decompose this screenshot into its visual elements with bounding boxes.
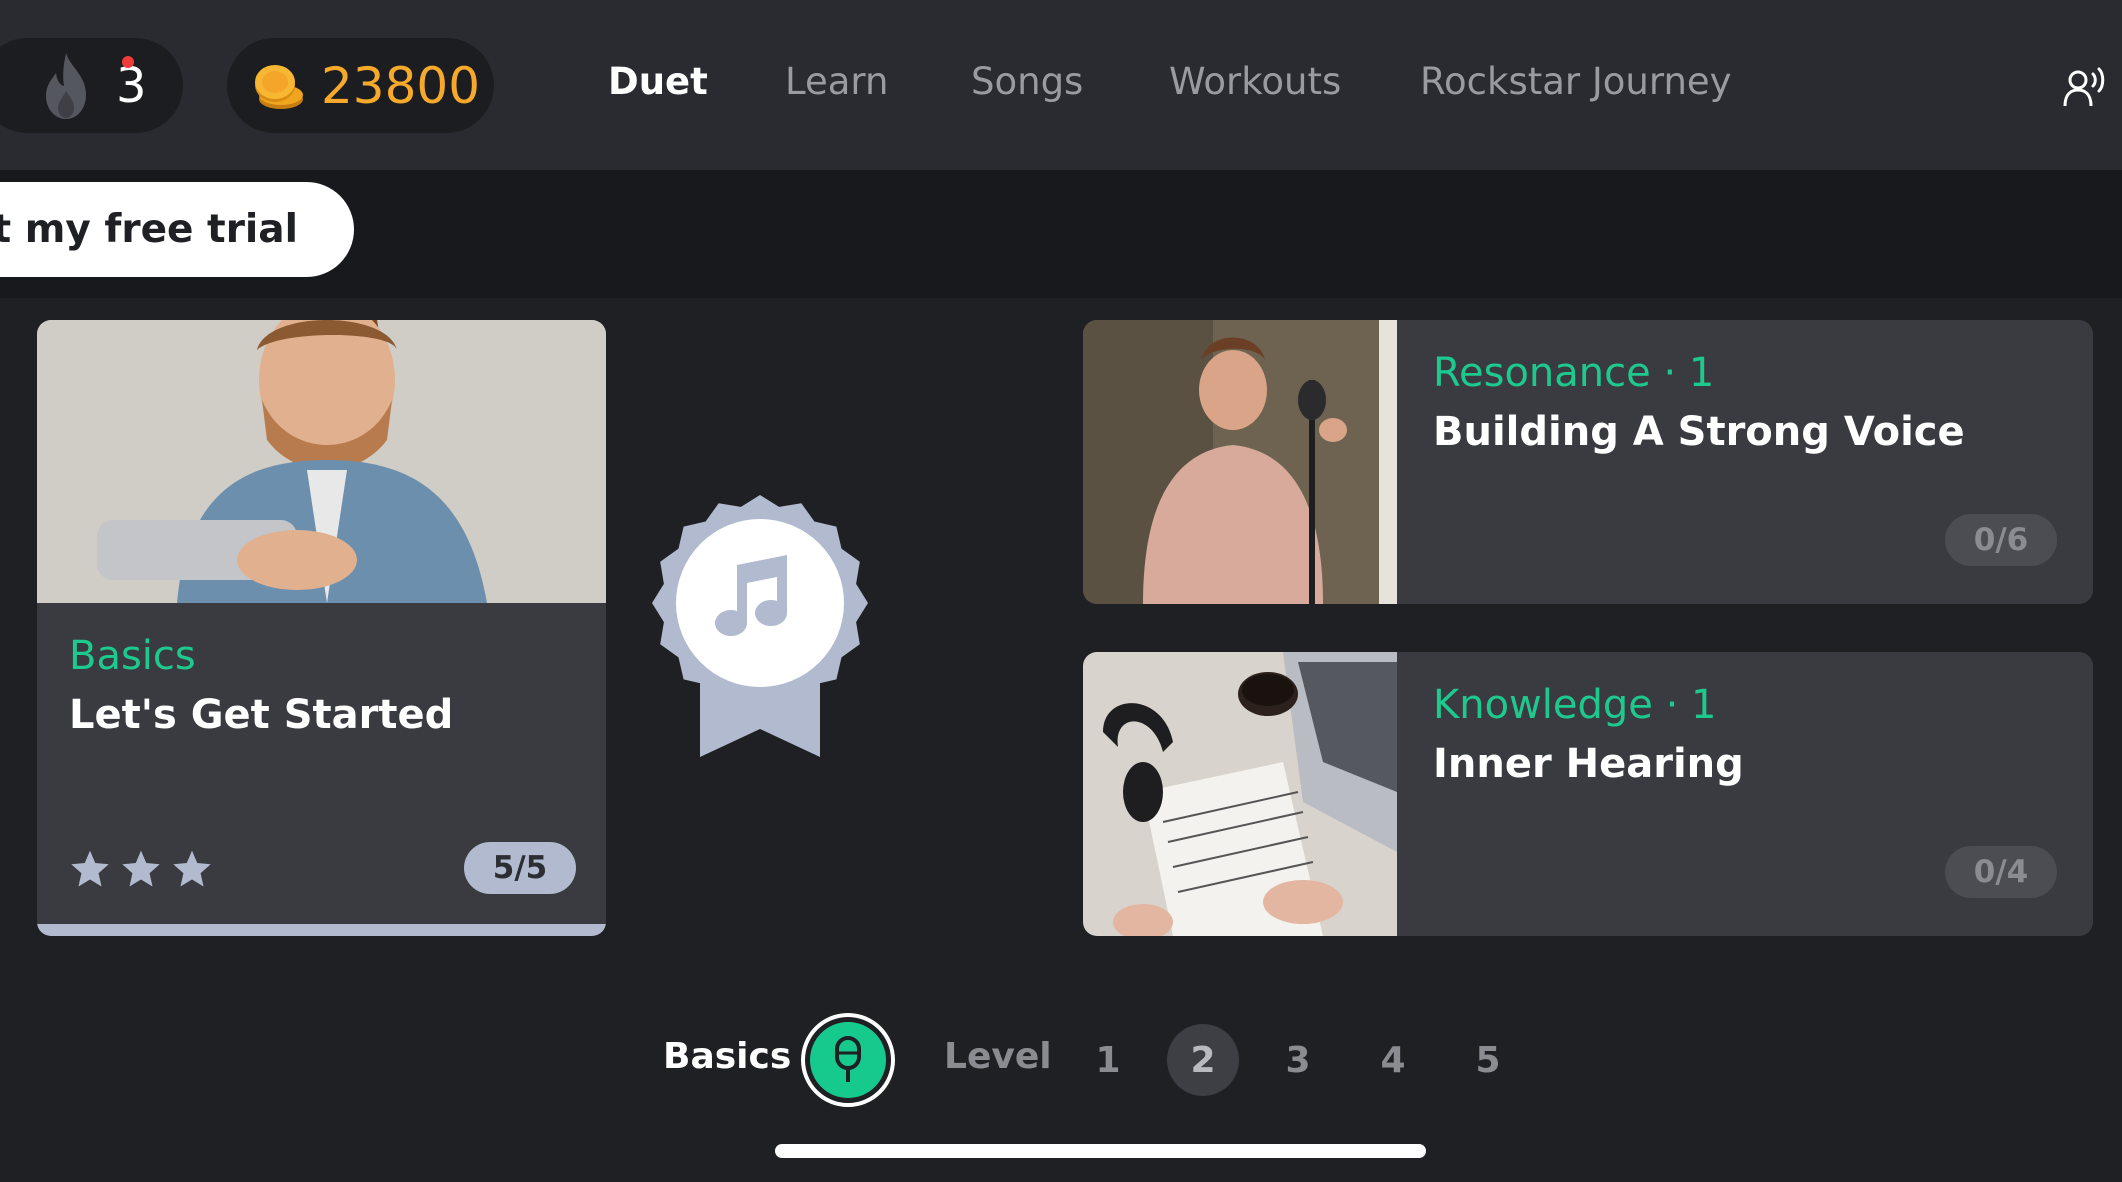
coins-icon (255, 64, 303, 109)
lesson-progress-badge: 0/6 (1945, 514, 2057, 566)
trial-banner: Start my free trial (0, 170, 2122, 298)
profile-voice-icon[interactable] (2062, 66, 2108, 108)
course-title: Let's Get Started (69, 692, 454, 738)
lesson-photo (1083, 320, 1397, 604)
microphone-badge (810, 1022, 886, 1098)
level-label: Level (944, 1036, 1052, 1077)
home-indicator[interactable] (775, 1144, 1426, 1158)
app-screen: 3 23800 Duet Learn Songs Workouts Rockst… (0, 0, 2122, 1182)
lesson-photo (1083, 652, 1397, 936)
nav-tab-songs[interactable]: Songs (971, 60, 1083, 103)
nav-tab-rockstar-journey[interactable]: Rockstar Journey (1420, 60, 1732, 103)
coins-pill[interactable]: 23800 (227, 38, 494, 133)
star-icon (173, 850, 211, 887)
course-progress-fill (37, 924, 606, 936)
top-bar: 3 23800 Duet Learn Songs Workouts Rockst… (0, 0, 2122, 170)
level-1-button[interactable]: 1 (1072, 1024, 1144, 1096)
microphone-icon (835, 1036, 861, 1082)
lesson-card-knowledge[interactable]: Knowledge · 1 Inner Hearing 0/4 (1083, 652, 2093, 936)
level-2-button[interactable]: 2 (1167, 1024, 1239, 1096)
notification-dot (122, 56, 134, 68)
level-4-button[interactable]: 4 (1357, 1024, 1429, 1096)
lesson-title: Building A Strong Voice (1433, 409, 1965, 455)
course-progress-bar (37, 924, 606, 936)
streak-pill[interactable]: 3 (0, 38, 183, 133)
nav-tab-workouts[interactable]: Workouts (1169, 60, 1341, 103)
level-3-button[interactable]: 3 (1262, 1024, 1334, 1096)
nav-tab-duet[interactable]: Duet (608, 60, 708, 103)
lesson-category: Resonance · 1 (1433, 350, 1715, 396)
flame-icon (46, 52, 86, 119)
level-5-button[interactable]: 5 (1452, 1024, 1524, 1096)
lesson-progress-badge: 0/4 (1945, 846, 2057, 898)
basics-course-card[interactable]: Basics Let's Get Started 5/5 (37, 320, 606, 936)
star-rating (69, 848, 213, 890)
start-free-trial-button[interactable]: Start my free trial (0, 182, 354, 277)
nav-tab-learn[interactable]: Learn (785, 60, 888, 103)
lesson-card-resonance[interactable]: Resonance · 1 Building A Strong Voice 0/… (1083, 320, 2093, 604)
basics-level-button[interactable] (801, 1013, 895, 1107)
star-icon (71, 850, 109, 887)
course-progress-badge: 5/5 (464, 842, 576, 894)
level-selector: Basics Level 1 2 3 4 5 (0, 1010, 2122, 1110)
lesson-title: Inner Hearing (1433, 741, 1744, 787)
course-category: Basics (69, 633, 196, 679)
award-ribbon-icon (652, 495, 868, 757)
star-icon (122, 850, 160, 887)
basics-level-label[interactable]: Basics (663, 1036, 791, 1077)
lesson-category: Knowledge · 1 (1433, 682, 1717, 728)
course-photo (37, 320, 606, 603)
coin-count: 23800 (321, 56, 481, 115)
